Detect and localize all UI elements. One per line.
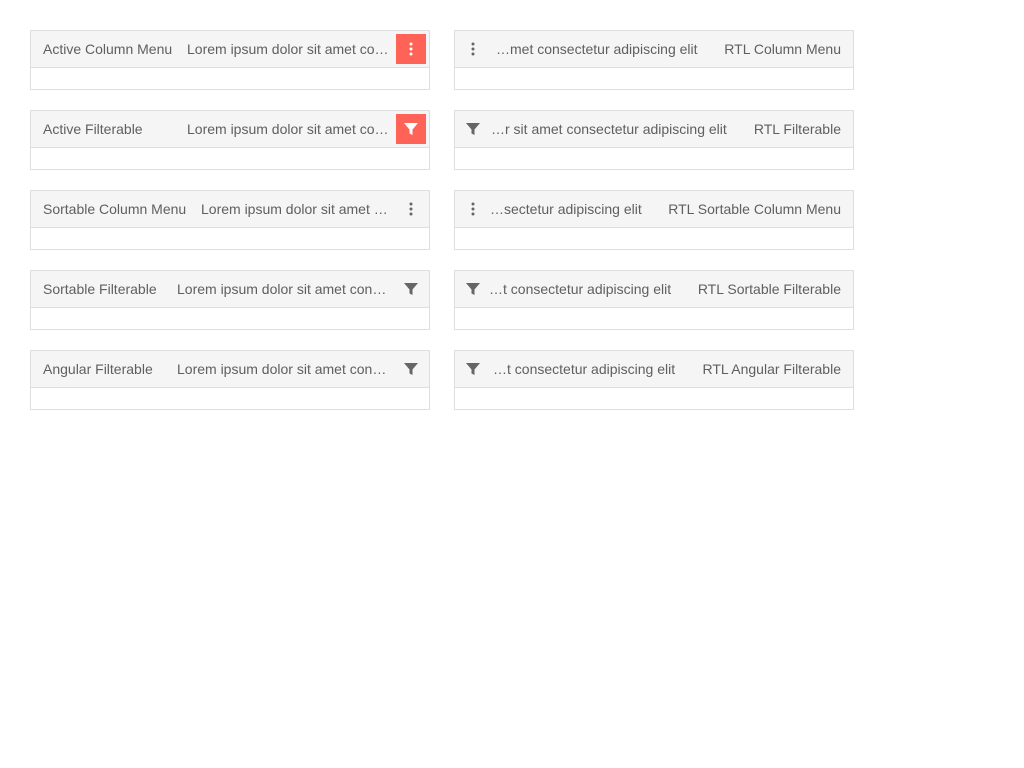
more-vertical-icon [471,202,475,216]
grid-header: Sortable Column Menu Lorem ipsum dolor s… [31,191,429,228]
column-header-lorem[interactable]: Lorem ipsum dolor sit amet consectetur a… [187,121,396,137]
grid-sortable-column-menu: Sortable Column Menu Lorem ipsum dolor s… [30,190,430,250]
grid-active-column-menu: Active Column Menu Lorem ipsum dolor sit… [30,30,430,90]
filter-icon [466,282,480,296]
column-header-lorem[interactable]: …t consectetur adipiscing elit [488,361,702,377]
grid-header: Active Column Menu Lorem ipsum dolor sit… [31,31,429,68]
grid-header: …r sit amet consectetur adipiscing elit … [455,111,853,148]
column-header-lorem[interactable]: …r sit amet consectetur adipiscing elit [488,121,754,137]
column-header-lorem[interactable]: …sectetur adipiscing elit [488,201,668,217]
filter-button[interactable] [396,114,426,144]
more-vertical-icon [409,42,413,56]
column-menu-button[interactable] [396,34,426,64]
column-header-lorem[interactable]: Lorem ipsum dolor sit amet consectetur a… [177,361,396,377]
grid-header: Sortable Filterable Lorem ipsum dolor si… [31,271,429,308]
column-header-title[interactable]: Sortable Filterable [31,281,177,297]
filter-button[interactable] [458,274,488,304]
filter-button[interactable] [396,274,426,304]
column-header-title[interactable]: RTL Column Menu [724,41,853,57]
grid-rtl-sortable-column-menu: …sectetur adipiscing elit RTL Sortable C… [454,190,854,250]
grid-rtl-sortable-filterable: …t consectetur adipiscing elit RTL Sorta… [454,270,854,330]
filter-button[interactable] [458,354,488,384]
column-header-title[interactable]: Sortable Column Menu [31,201,201,217]
grid-body [31,228,429,249]
grid-header: Angular Filterable Lorem ipsum dolor sit… [31,351,429,388]
grid-header: …met consectetur adipiscing elit RTL Col… [455,31,853,68]
column-header-title[interactable]: RTL Filterable [754,121,853,137]
grid-sortable-filterable: Sortable Filterable Lorem ipsum dolor si… [30,270,430,330]
grid-body [31,148,429,169]
more-vertical-icon [471,42,475,56]
filter-icon [404,122,418,136]
grid-rtl-angular-filterable: …t consectetur adipiscing elit RTL Angul… [454,350,854,410]
more-vertical-icon [409,202,413,216]
column-header-title[interactable]: RTL Sortable Filterable [698,281,853,297]
column-header-title[interactable]: RTL Angular Filterable [702,361,853,377]
grid-body [31,388,429,409]
grid-active-filterable: Active Filterable Lorem ipsum dolor sit … [30,110,430,170]
filter-button[interactable] [458,114,488,144]
grid-body [455,308,853,329]
grid-rtl-column-menu: …met consectetur adipiscing elit RTL Col… [454,30,854,90]
grid-body [31,68,429,89]
filter-button[interactable] [396,354,426,384]
grid-header: …sectetur adipiscing elit RTL Sortable C… [455,191,853,228]
grid-body [455,68,853,89]
column-header-title[interactable]: Active Filterable [31,121,187,137]
grid-body [455,388,853,409]
filter-icon [466,122,480,136]
column-header-lorem[interactable]: Lorem ipsum dolor sit amet consectetur a… [177,281,396,297]
grid-header: Active Filterable Lorem ipsum dolor sit … [31,111,429,148]
column-header-title[interactable]: Angular Filterable [31,361,177,377]
column-header-title[interactable]: RTL Sortable Column Menu [668,201,853,217]
grid-angular-filterable: Angular Filterable Lorem ipsum dolor sit… [30,350,430,410]
grid-header: …t consectetur adipiscing elit RTL Sorta… [455,271,853,308]
grid-header: …t consectetur adipiscing elit RTL Angul… [455,351,853,388]
column-menu-button[interactable] [458,34,488,64]
filter-icon [404,282,418,296]
grid-body [455,228,853,249]
filter-icon [404,362,418,376]
column-header-lorem[interactable]: Lorem ipsum dolor sit amet consectetur a… [201,201,396,217]
column-menu-button[interactable] [396,194,426,224]
column-header-lorem[interactable]: …t consectetur adipiscing elit [488,281,698,297]
grid-body [31,308,429,329]
column-header-lorem[interactable]: Lorem ipsum dolor sit amet consectetur a… [187,41,396,57]
column-menu-button[interactable] [458,194,488,224]
column-header-lorem[interactable]: …met consectetur adipiscing elit [488,41,724,57]
column-header-title[interactable]: Active Column Menu [31,41,187,57]
grid-body [455,148,853,169]
filter-icon [466,362,480,376]
grid-rtl-filterable: …r sit amet consectetur adipiscing elit … [454,110,854,170]
